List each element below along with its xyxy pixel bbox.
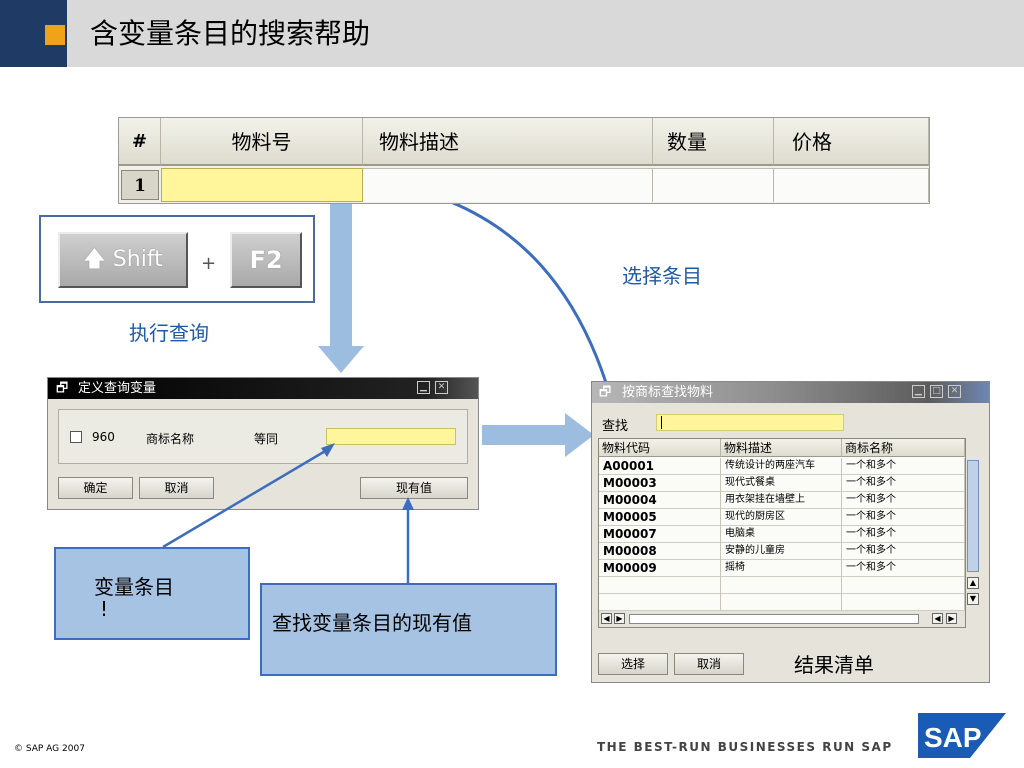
column-header-description[interactable]: 物料描述 <box>721 439 842 457</box>
scroll-track[interactable] <box>629 614 919 624</box>
cancel-button[interactable]: 取消 <box>674 653 744 675</box>
define-variable-dialog: 🗗 定义查询变量 ▁ ✕ 960 商标名称 等同 确定 取消 现有值 <box>47 377 479 510</box>
result-list-label: 结果清单 <box>794 653 874 677</box>
scroll-left-icon[interactable]: ◀ <box>932 613 943 624</box>
cancel-button[interactable]: 取消 <box>139 477 214 499</box>
execute-query-label: 执行查询 <box>129 321 209 345</box>
scroll-right-icon[interactable]: ▶ <box>946 613 957 624</box>
close-icon[interactable]: ✕ <box>948 385 961 398</box>
scroll-thumb[interactable] <box>967 460 979 572</box>
maximize-icon[interactable]: □ <box>930 385 943 398</box>
variable-operator: 等同 <box>254 432 279 446</box>
column-header-price[interactable]: 价格 <box>774 118 929 166</box>
dialog-titlebar: 🗗 定义查询变量 ▁ ✕ <box>48 378 478 399</box>
column-header-quantity[interactable]: 数量 <box>653 118 774 166</box>
find-input[interactable] <box>656 414 844 431</box>
variable-entry-text: 变量条目 <box>94 575 174 599</box>
ok-button[interactable]: 确定 <box>58 477 133 499</box>
sap-logo: SAP <box>918 713 1006 758</box>
find-current-values-text: 查找变量条目的现有值 <box>272 611 472 635</box>
select-entry-label: 选择条目 <box>622 264 702 288</box>
variable-value-input[interactable] <box>326 428 456 445</box>
window-icon: 🗗 <box>56 381 69 396</box>
entry-table: # 物料号 🔍 物料描述 数量 价格 1 <box>118 117 930 204</box>
result-list-dialog: 🗗 按商标查找物料 ▁ □ ✕ 查找 物料代码 物料描述 商标名称 A00001… <box>591 381 990 683</box>
table-row[interactable]: A00001 传统设计的两座汽车 一个和多个 <box>599 458 965 475</box>
minimize-icon[interactable]: ▁ <box>417 381 430 394</box>
find-current-values-callout: 查找变量条目的现有值 <box>260 583 557 676</box>
table-row[interactable]: M00005 现代的厨房区 一个和多个 <box>599 509 965 526</box>
table-row[interactable]: M00009 摇椅 一个和多个 <box>599 560 965 577</box>
row-number[interactable]: 1 <box>121 170 159 200</box>
close-icon[interactable]: ✕ <box>435 381 448 394</box>
scroll-up-icon[interactable]: ▲ <box>967 577 979 589</box>
price-cell[interactable] <box>774 168 929 202</box>
variable-checkbox[interactable] <box>70 431 82 443</box>
variable-field-label: 商标名称 <box>146 432 195 446</box>
f2-key: F2 <box>230 232 302 288</box>
find-label: 查找 <box>602 419 629 434</box>
variable-entry-callout: 变量条目 ! <box>54 547 250 640</box>
quantity-cell[interactable] <box>653 168 774 202</box>
right-flow-arrow <box>482 413 594 457</box>
down-flow-arrow <box>318 204 364 373</box>
column-header-number: # <box>119 118 161 166</box>
horizontal-scrollbar[interactable]: ◀ ▶ ◀ ▶ <box>599 611 965 627</box>
tagline: THE BEST-RUN BUSINESSES RUN SAP <box>597 740 893 754</box>
material-description-cell[interactable] <box>363 168 653 202</box>
table-row[interactable]: M00007 电脑桌 一个和多个 <box>599 526 965 543</box>
scroll-right-icon[interactable]: ▶ <box>614 613 625 624</box>
svg-text:SAP: SAP <box>924 722 982 753</box>
result-table: 物料代码 物料描述 商标名称 A00001 传统设计的两座汽车 一个和多个 M0… <box>598 438 966 628</box>
scroll-left-icon[interactable]: ◀ <box>601 613 612 624</box>
column-header-material-number[interactable]: 物料号 <box>161 118 363 166</box>
select-button[interactable]: 选择 <box>598 653 668 675</box>
table-row[interactable]: M00004 用衣架挂在墙壁上 一个和多个 <box>599 492 965 509</box>
column-header-material-description[interactable]: 物料描述 <box>363 118 653 166</box>
empty-row <box>599 594 965 611</box>
window-icon: 🗗 <box>599 385 612 400</box>
variable-code: 960 <box>92 430 115 444</box>
text-cursor <box>661 416 662 429</box>
current-values-button[interactable]: 现有值 <box>360 477 468 499</box>
table-row[interactable]: M00008 安静的儿童房 一个和多个 <box>599 543 965 560</box>
table-row[interactable]: M00003 现代式餐桌 一个和多个 <box>599 475 965 492</box>
minimize-icon[interactable]: ▁ <box>912 385 925 398</box>
scroll-down-icon[interactable]: ▼ <box>967 593 979 605</box>
empty-row <box>599 577 965 594</box>
material-number-input[interactable] <box>161 168 363 202</box>
plus-sign: + <box>201 253 217 274</box>
shortcut-box: 🡅 Shift + F2 <box>39 215 315 303</box>
dialog-titlebar: 🗗 按商标查找物料 ▁ □ ✕ <box>592 382 989 403</box>
copyright-text: © SAP AG 2007 <box>14 744 85 754</box>
column-header-code[interactable]: 物料代码 <box>599 439 721 457</box>
vertical-scrollbar[interactable]: ▲ ▼ <box>966 458 980 610</box>
shift-key: 🡅 Shift <box>58 232 188 288</box>
column-header-brand[interactable]: 商标名称 <box>842 439 965 457</box>
variable-entry-mark: ! <box>100 597 109 621</box>
up-arrow-icon: 🡅 <box>83 247 106 272</box>
